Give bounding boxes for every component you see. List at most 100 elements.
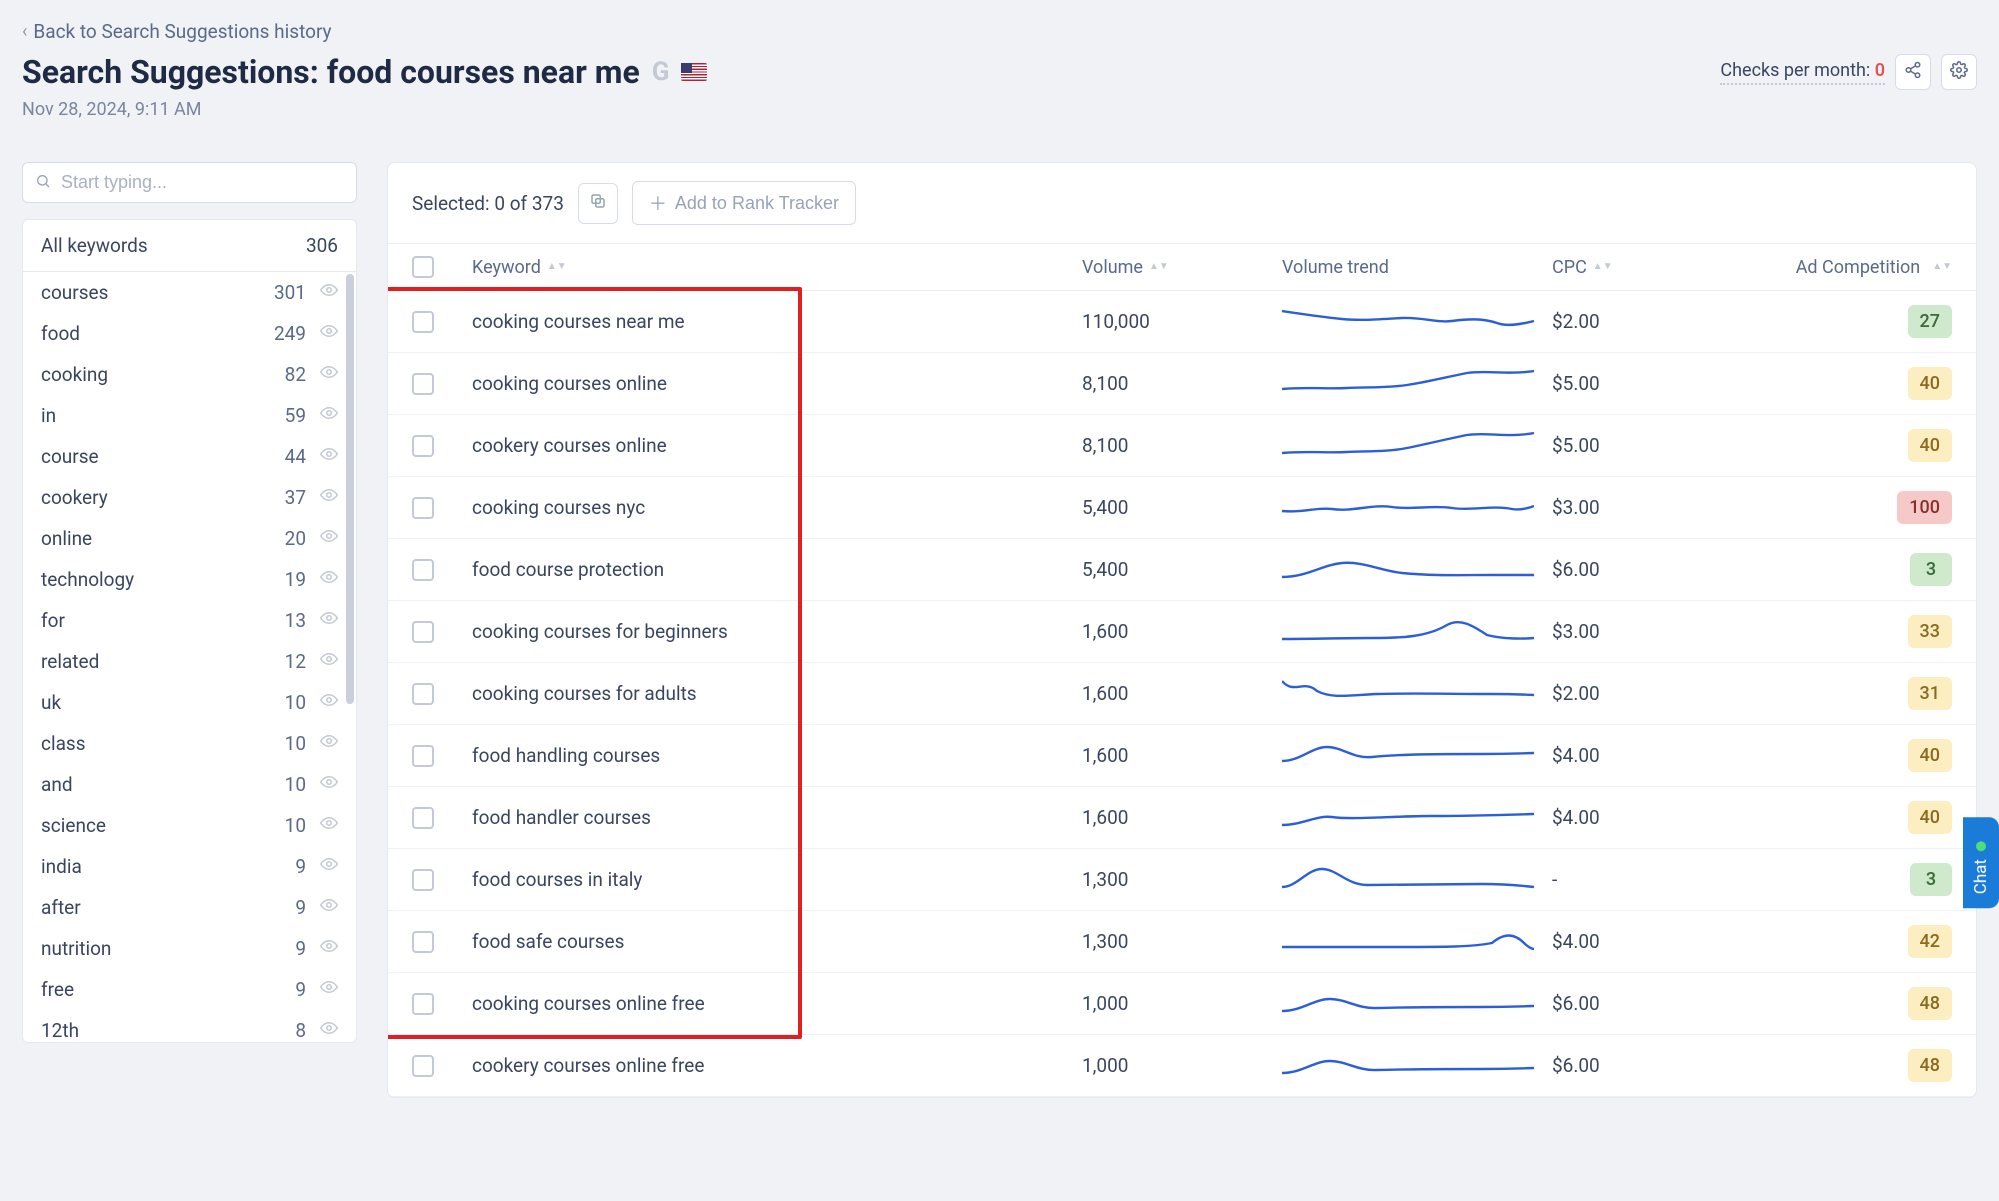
eye-icon[interactable] xyxy=(320,404,338,427)
eye-icon[interactable] xyxy=(320,486,338,509)
row-checkbox[interactable] xyxy=(412,435,434,457)
cell-volume: 8,100 xyxy=(1082,434,1282,457)
col-volume[interactable]: Volume▲▼ xyxy=(1082,257,1282,278)
eye-icon[interactable] xyxy=(320,650,338,673)
cell-keyword[interactable]: cookery courses online xyxy=(472,434,1082,457)
row-checkbox[interactable] xyxy=(412,683,434,705)
cell-ad-competition: 27 xyxy=(1742,305,1952,338)
sidebar-keyword-item[interactable]: nutrition 9 xyxy=(23,928,356,969)
sidebar-keyword-item[interactable]: technology 19 xyxy=(23,559,356,600)
col-keyword[interactable]: Keyword▲▼ xyxy=(472,257,1082,278)
keyword-count: 10 xyxy=(262,814,306,837)
row-checkbox[interactable] xyxy=(412,931,434,953)
eye-icon[interactable] xyxy=(320,814,338,837)
share-icon xyxy=(1904,61,1922,84)
eye-icon[interactable] xyxy=(320,568,338,591)
cell-keyword[interactable]: food course protection xyxy=(472,558,1082,581)
eye-icon[interactable] xyxy=(320,978,338,1001)
sidebar-keyword-item[interactable]: related 12 xyxy=(23,641,356,682)
eye-icon[interactable] xyxy=(320,527,338,550)
table-row: food safe courses 1,300 $4.00 42 xyxy=(388,911,1976,973)
row-checkbox[interactable] xyxy=(412,621,434,643)
cell-keyword[interactable]: cooking courses near me xyxy=(472,310,1082,333)
col-ad-competition[interactable]: Ad Competition▲▼ xyxy=(1742,257,1952,278)
row-checkbox[interactable] xyxy=(412,373,434,395)
sidebar-keyword-item[interactable]: india 9 xyxy=(23,846,356,887)
eye-icon[interactable] xyxy=(320,281,338,304)
eye-icon[interactable] xyxy=(320,773,338,796)
sidebar-keyword-item[interactable]: science 10 xyxy=(23,805,356,846)
cell-trend xyxy=(1282,921,1552,962)
copy-button[interactable] xyxy=(578,183,618,224)
keyword-label: in xyxy=(41,404,262,427)
row-checkbox[interactable] xyxy=(412,993,434,1015)
keyword-count: 10 xyxy=(262,773,306,796)
eye-icon[interactable] xyxy=(320,363,338,386)
sidebar-keyword-item[interactable]: food 249 xyxy=(23,313,356,354)
eye-icon[interactable] xyxy=(320,691,338,714)
sidebar-keyword-item[interactable]: free 9 xyxy=(23,969,356,1010)
keyword-search-input[interactable] xyxy=(61,172,344,193)
row-checkbox[interactable] xyxy=(412,497,434,519)
sidebar-keyword-item[interactable]: uk 10 xyxy=(23,682,356,723)
cell-keyword[interactable]: food handler courses xyxy=(472,806,1082,829)
sidebar-keyword-item[interactable]: online 20 xyxy=(23,518,356,559)
keyword-count: 12 xyxy=(262,650,306,673)
cell-ad-competition: 48 xyxy=(1742,1049,1952,1082)
checks-per-month[interactable]: Checks per month: 0 xyxy=(1720,60,1885,85)
eye-icon[interactable] xyxy=(320,445,338,468)
eye-icon[interactable] xyxy=(320,732,338,755)
keyword-search[interactable] xyxy=(22,162,357,203)
share-button[interactable] xyxy=(1895,54,1931,90)
all-keywords-header[interactable]: All keywords 306 xyxy=(23,220,356,272)
sidebar-keyword-item[interactable]: in 59 xyxy=(23,395,356,436)
sidebar-keyword-item[interactable]: cookery 37 xyxy=(23,477,356,518)
cell-keyword[interactable]: cooking courses online free xyxy=(472,992,1082,1015)
cell-keyword[interactable]: cooking courses for beginners xyxy=(472,620,1082,643)
row-checkbox[interactable] xyxy=(412,745,434,767)
sidebar-keyword-item[interactable]: courses 301 xyxy=(23,272,356,313)
cell-trend xyxy=(1282,301,1552,342)
row-checkbox[interactable] xyxy=(412,1055,434,1077)
eye-icon[interactable] xyxy=(320,322,338,345)
eye-icon[interactable] xyxy=(320,609,338,632)
eye-icon[interactable] xyxy=(320,937,338,960)
cell-keyword[interactable]: cookery courses online free xyxy=(472,1054,1082,1077)
sidebar-keyword-item[interactable]: cooking 82 xyxy=(23,354,356,395)
col-cpc[interactable]: CPC▲▼ xyxy=(1552,257,1742,278)
cell-keyword[interactable]: cooking courses online xyxy=(472,372,1082,395)
sidebar-keyword-item[interactable]: course 44 xyxy=(23,436,356,477)
copy-icon xyxy=(589,192,607,215)
sidebar-keyword-item[interactable]: 12th 8 xyxy=(23,1010,356,1042)
cell-keyword[interactable]: food handling courses xyxy=(472,744,1082,767)
sidebar-keyword-item[interactable]: class 10 xyxy=(23,723,356,764)
cell-keyword[interactable]: cooking courses nyc xyxy=(472,496,1082,519)
row-checkbox[interactable] xyxy=(412,869,434,891)
sidebar-scrollbar[interactable] xyxy=(346,274,354,704)
row-checkbox[interactable] xyxy=(412,559,434,581)
row-checkbox[interactable] xyxy=(412,807,434,829)
eye-icon[interactable] xyxy=(320,896,338,919)
eye-icon[interactable] xyxy=(320,1019,338,1042)
sidebar-keyword-item[interactable]: for 13 xyxy=(23,600,356,641)
eye-icon[interactable] xyxy=(320,855,338,878)
cell-cpc: $4.00 xyxy=(1552,806,1742,829)
select-all-checkbox[interactable] xyxy=(412,256,434,278)
back-link[interactable]: ‹ Back to Search Suggestions history xyxy=(22,20,707,43)
cell-keyword[interactable]: food safe courses xyxy=(472,930,1082,953)
table-row: cooking courses for beginners 1,600 $3.0… xyxy=(388,601,1976,663)
cell-ad-competition: 40 xyxy=(1742,739,1952,772)
cell-keyword[interactable]: cooking courses for adults xyxy=(472,682,1082,705)
cell-ad-competition: 100 xyxy=(1742,491,1952,524)
sort-icon: ▲▼ xyxy=(1593,264,1613,270)
keyword-label: uk xyxy=(41,691,262,714)
cell-keyword[interactable]: food courses in italy xyxy=(472,868,1082,891)
row-checkbox[interactable] xyxy=(412,311,434,333)
chat-button[interactable]: Chat xyxy=(1963,817,1999,908)
sidebar-keyword-item[interactable]: after 9 xyxy=(23,887,356,928)
add-to-rank-tracker-button[interactable]: ＋ Add to Rank Tracker xyxy=(632,181,856,225)
settings-button[interactable] xyxy=(1941,54,1977,90)
sidebar-keyword-item[interactable]: and 10 xyxy=(23,764,356,805)
cell-volume: 1,000 xyxy=(1082,992,1282,1015)
keyword-label: free xyxy=(41,978,262,1001)
